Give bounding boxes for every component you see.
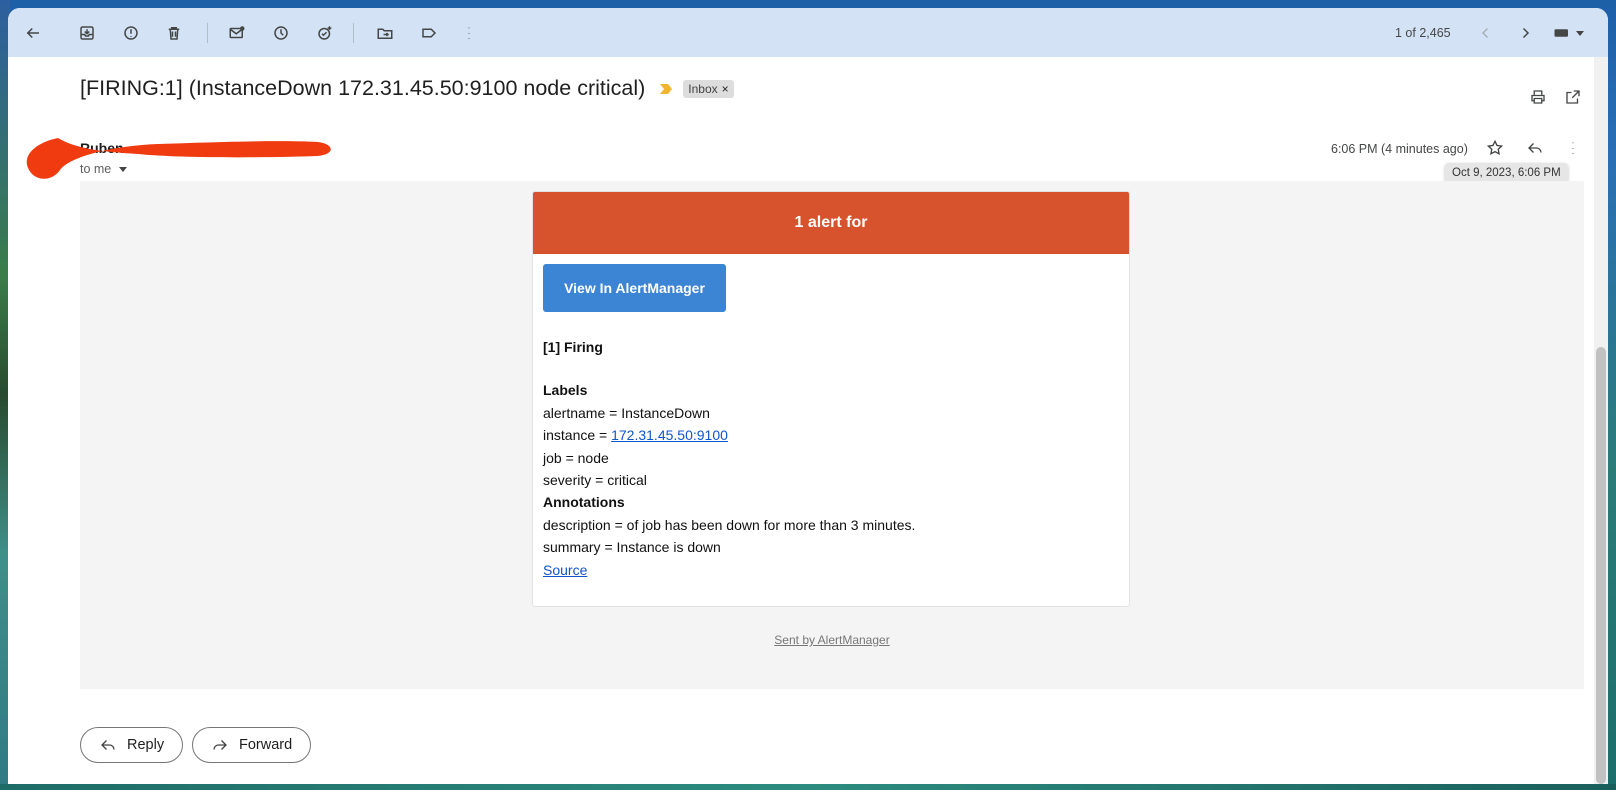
email-body: 1 alert for View In AlertManager [1] Fir… [80,181,1584,689]
scrollbar[interactable] [1594,57,1608,784]
print-icon[interactable] [1527,86,1549,108]
label-instance: instance = 172.31.45.50:9100 [543,424,915,446]
chevron-down-icon [1576,30,1584,36]
report-spam-icon[interactable] [116,18,146,48]
open-in-new-window-icon[interactable] [1562,86,1584,108]
keyboard-icon[interactable] [1545,18,1591,48]
view-in-alertmanager-button[interactable]: View In AlertManager [543,264,726,312]
firing-count: [1] Firing [543,339,603,355]
subject-row: [FIRING:1] (InstanceDown 172.31.45.50:91… [80,76,734,101]
reply-icon[interactable] [1524,137,1546,159]
reply-icon [101,740,115,750]
gmail-window: 1 of 2,465 [FIRING:1] (InstanceDown 172.… [8,8,1608,784]
label-chip-text: Inbox [688,81,718,96]
scrollbar-thumb[interactable] [1596,347,1606,784]
message-time: 6:06 PM (4 minutes ago) [1331,142,1468,156]
reply-button[interactable]: Reply [80,727,184,763]
chevron-right-icon[interactable] [1510,18,1540,48]
archive-icon[interactable] [72,18,102,48]
desktop-wallpaper-bottom [0,784,1616,790]
clock-icon[interactable] [266,18,296,48]
alert-details: [1] Firing Labels alertname = InstanceDo… [543,336,915,581]
forward-button-label: Forward [239,737,293,753]
label-job: job = node [543,449,609,466]
forward-icon [213,740,227,750]
message-toolbar: 1 of 2,465 [8,8,1608,57]
annotations-heading: Annotations [543,494,625,511]
label-icon[interactable] [414,18,444,48]
alert-header: 1 alert for [533,192,1129,254]
reply-button-label: Reply [127,737,165,753]
more-vert-icon[interactable] [1562,137,1584,159]
remove-label-icon[interactable]: × [722,82,729,96]
email-subject: [FIRING:1] (InstanceDown 172.31.45.50:91… [80,76,646,100]
pager-count: 1 of 2,465 [1395,26,1451,40]
toolbar-divider [353,23,354,43]
more-vert-icon[interactable] [454,18,484,48]
instance-link[interactable]: 172.31.45.50:9100 [611,427,728,443]
forward-button[interactable]: Forward [192,727,312,763]
trash-icon[interactable] [159,18,189,48]
recipient-text: to me [80,162,112,176]
toolbar-divider [207,23,208,43]
move-to-folder-icon[interactable] [370,18,400,48]
label-alertname: alertname = InstanceDown [543,404,710,421]
chevron-down-icon [119,166,128,172]
chevron-left-icon[interactable] [1471,18,1501,48]
redaction-scribble [26,138,331,179]
annotation-summary: summary = Instance is down [543,539,721,556]
add-task-icon[interactable] [310,18,340,48]
date-tooltip: Oct 9, 2023, 6:06 PM [1445,163,1568,183]
source-link[interactable]: Source [543,562,587,578]
importance-marker-icon[interactable] [659,83,673,95]
star-icon[interactable] [1484,137,1506,159]
mark-unread-icon[interactable] [222,18,252,48]
recipient-details[interactable]: to me [80,162,128,176]
sent-by-link[interactable]: Sent by AlertManager [80,633,1584,647]
label-chip-inbox: Inbox × [683,79,734,98]
alert-card: 1 alert for View In AlertManager [1] Fir… [532,191,1130,607]
label-severity: severity = critical [543,472,647,489]
labels-heading: Labels [543,382,588,399]
arrow-left-icon[interactable] [18,18,48,48]
label-instance-prefix: instance = [543,427,612,444]
annotation-description: description = of job has been down for m… [543,516,916,533]
